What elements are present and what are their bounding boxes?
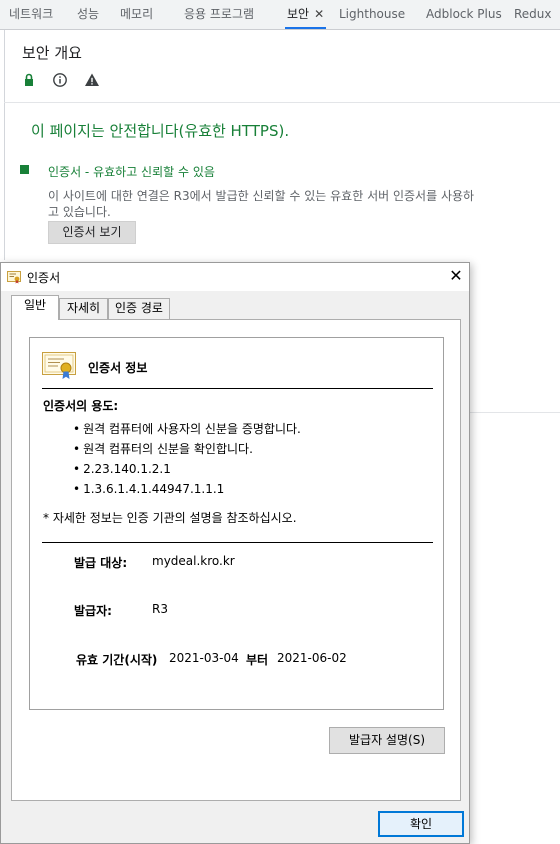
certificate-info-box: 인증서 정보 인증서의 용도: 원격 컴퓨터에 사용자의 신분을 증명합니다. … <box>29 337 444 710</box>
issued-to-label: 발급 대상: <box>74 556 128 570</box>
validity-label: 유효 기간(시작) <box>76 653 158 667</box>
overview-title: 보안 개요 <box>22 44 82 62</box>
purpose-item: 원격 컴퓨터에 사용자의 신분을 증명합니다. <box>73 419 301 439</box>
issued-to-value: mydeal.kro.kr <box>152 554 235 568</box>
issuer-statement-button[interactable]: 발급자 설명(S) <box>329 727 445 754</box>
certificate-description: 이 사이트에 대한 연결은 R3에서 발급한 신뢰할 수 있는 유효한 서버 인… <box>48 189 475 219</box>
certificate-dialog: 인증서 ✕ 일반 자세히 인증 경로 인증서 정보 인증서의 용도: 원격 컴퓨… <box>0 262 470 844</box>
overview-divider <box>4 102 560 103</box>
tab-security[interactable]: 보안 ✕ <box>285 0 327 29</box>
warning-icon[interactable] <box>84 72 100 88</box>
devtools-tab-bar: 네트워크 성능 메모리 응용 프로그램 보안 ✕ Lighthouse Adblo… <box>0 0 560 30</box>
tab-adblock-plus[interactable]: Adblock Plus <box>426 0 502 29</box>
dialog-title: 인증서 <box>27 271 61 285</box>
close-tab-icon[interactable]: ✕ <box>314 7 324 21</box>
certificate-summary: 인증서 - 유효하고 신뢰할 수 있음 <box>48 165 215 179</box>
ok-button[interactable]: 확인 <box>378 811 464 837</box>
tab-redux[interactable]: Redux <box>514 0 552 29</box>
view-certificate-button[interactable]: 인증서 보기 <box>48 221 136 244</box>
certificate-icon <box>7 271 21 284</box>
tab-security-label: 보안 <box>287 7 310 21</box>
tab-performance[interactable]: 성능 <box>77 0 99 29</box>
purpose-item: 1.3.6.1.4.1.44947.1.1.1 <box>73 479 301 499</box>
purpose-item: 원격 컴퓨터의 신분을 확인합니다. <box>73 439 301 459</box>
issued-by-label: 발급자: <box>74 604 112 618</box>
purpose-item: 2.23.140.1.2.1 <box>73 459 301 479</box>
certificate-icon <box>42 352 76 379</box>
tab-certification-path[interactable]: 인증 경로 <box>108 298 170 319</box>
validity-to-value: 2021-06-02 <box>277 651 347 665</box>
panel-divider <box>470 412 560 413</box>
divider <box>42 542 433 543</box>
close-icon[interactable]: ✕ <box>447 266 465 286</box>
general-tab-pane: 인증서 정보 인증서의 용도: 원격 컴퓨터에 사용자의 신분을 증명합니다. … <box>11 319 461 801</box>
validity-to-label: 부터 <box>246 653 269 667</box>
purpose-heading: 인증서의 용도: <box>43 399 119 413</box>
tab-lighthouse[interactable]: Lighthouse <box>339 0 405 29</box>
tab-application[interactable]: 응용 프로그램 <box>184 0 254 29</box>
sidebar-divider <box>4 30 5 260</box>
lock-icon[interactable] <box>21 72 37 88</box>
tab-details[interactable]: 자세히 <box>59 298 108 319</box>
info-icon[interactable] <box>52 72 68 88</box>
purpose-list: 원격 컴퓨터에 사용자의 신분을 증명합니다. 원격 컴퓨터의 신분을 확인합니… <box>73 419 301 499</box>
secure-status-indicator <box>20 165 29 174</box>
tab-network[interactable]: 네트워크 <box>9 0 53 29</box>
secure-summary-title: 이 페이지는 안전합니다(유효한 HTTPS). <box>31 122 290 140</box>
tab-memory[interactable]: 메모리 <box>120 0 153 29</box>
issued-by-value: R3 <box>152 602 168 616</box>
dialog-titlebar[interactable]: 인증서 ✕ <box>1 263 469 291</box>
validity-from-value: 2021-03-04 <box>169 651 239 665</box>
divider <box>42 388 433 389</box>
certificate-info-title: 인증서 정보 <box>88 361 148 375</box>
info-note: * 자세한 정보는 인증 기관의 설명을 참조하십시오. <box>43 511 297 525</box>
tab-general[interactable]: 일반 <box>11 295 59 320</box>
